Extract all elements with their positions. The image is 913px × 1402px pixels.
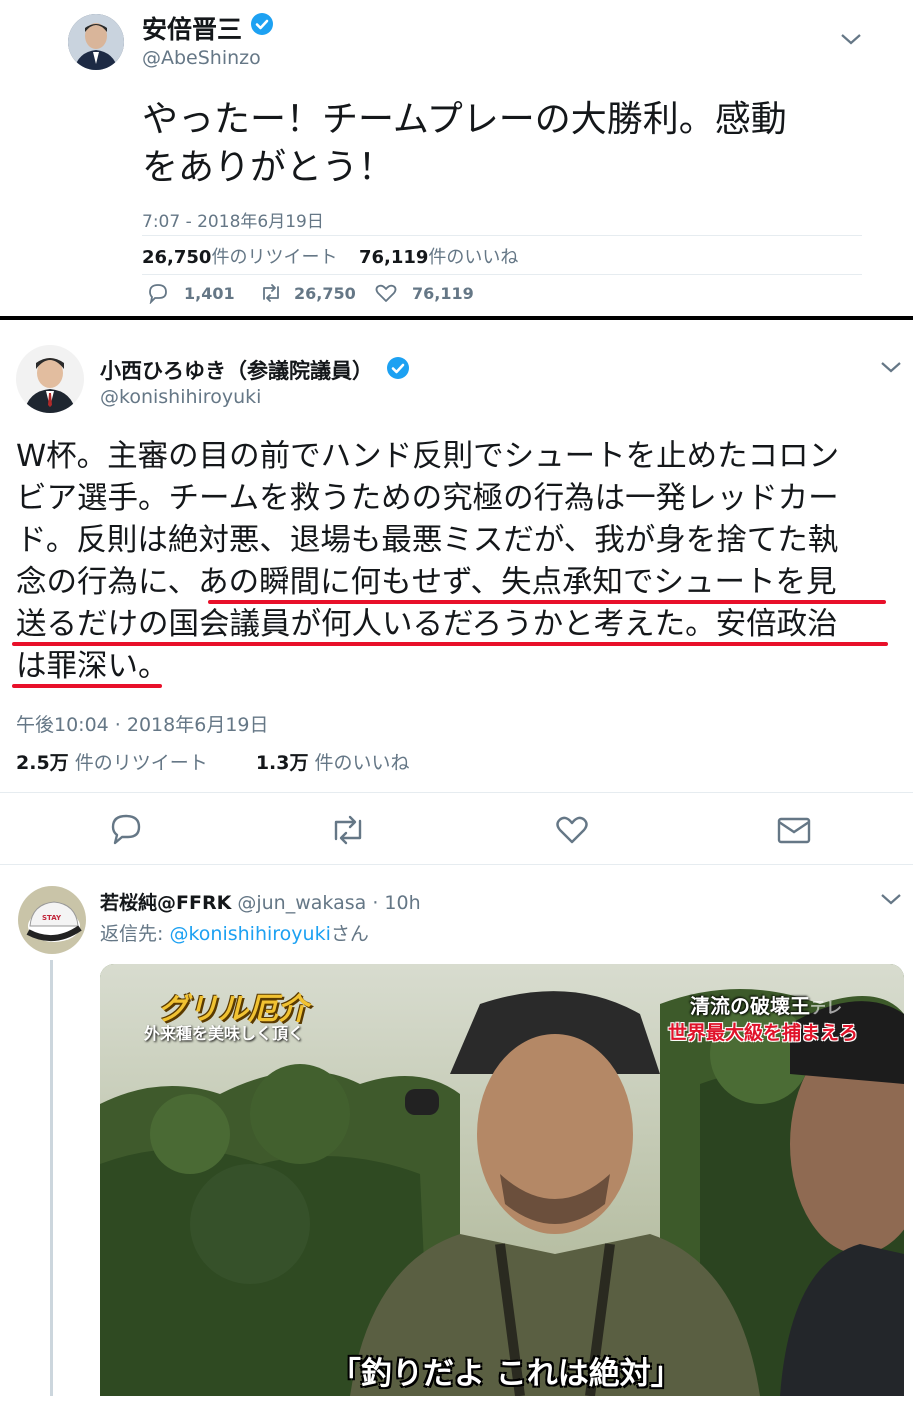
avatar[interactable]: STAY [18, 886, 86, 954]
tweet-text-line: ド。反則は絶対悪、退場も最悪ミスだが、我が身を捨てた執 [16, 523, 839, 558]
tweet-header: 若桜純@FFRK @jun_wakasa · 10h [100, 888, 421, 915]
heart-icon [375, 284, 397, 302]
reply-count: 1,401 [184, 283, 235, 303]
engagement-stats: 26,750件のリツイート 76,119件のいいね [142, 243, 518, 269]
show-logo-subtitle: 外来種を美味しく頂く [144, 1024, 305, 1043]
user-handle[interactable]: @AbeShinzo [142, 47, 261, 69]
chevron-down-icon[interactable] [838, 30, 864, 52]
timestamp[interactable]: 7:07 - 2018年6月19日 [142, 207, 324, 232]
mention-link[interactable]: @konishihiroyuki [169, 923, 330, 945]
heart-icon [556, 816, 588, 844]
divider [0, 864, 913, 865]
like-total[interactable]: 1.3万 [256, 752, 309, 774]
envelope-icon [777, 817, 811, 844]
reply-button[interactable] [108, 812, 144, 850]
verified-badge-icon [250, 12, 274, 40]
retweet-total-label[interactable]: 件のリツイート [75, 752, 208, 774]
reply-icon [111, 814, 141, 845]
display-name[interactable]: 安倍晋三 [142, 10, 242, 46]
top-right-caption: 清流の破壊王テレ [690, 990, 842, 1019]
reply-icon [149, 284, 167, 304]
retweet-total[interactable]: 26,750 [142, 247, 211, 268]
tweet-text-line: 念の行為に、あの瞬間に何もせず、失点承知でシュートを見 [16, 565, 837, 600]
tweet-text-line: やったー！チームプレーの大勝利。感動 [142, 99, 787, 140]
retweet-icon [334, 815, 362, 845]
tweet-text: やったー！チームプレーの大勝利。感動 をありがとう！ [142, 96, 787, 192]
like-total-label[interactable]: 件のいいね [428, 247, 518, 268]
video-subtitle: 「釣りだよ これは絶対」 [330, 1356, 682, 1392]
retweet-icon [263, 284, 279, 302]
tweet-text-line: は罪深い。 [16, 649, 169, 684]
divider [142, 235, 862, 236]
engagement-stats: 2.5万 件のリツイート 1.3万 件のいいね [16, 748, 410, 775]
tweet-text-line: ビア選手。チームを救うための究極の行為は一発レッドカー [16, 481, 839, 516]
reply-context: 返信先: @konishihiroyukiさん [100, 919, 369, 946]
top-right-caption-line2: 世界最大級を捕まえろ [668, 1022, 859, 1044]
tweet-text: W杯。主審の目の前でハンド反則でシュートを止めたコロン ビア選手。チームを救うた… [16, 436, 839, 688]
tweet-text-line: W杯。主審の目の前でハンド反則でシュートを止めたコロン [16, 439, 840, 474]
divider [142, 274, 862, 275]
retweet-count: 26,750 [294, 283, 356, 303]
like-count: 76,119 [412, 283, 474, 303]
highlight-underline [12, 684, 162, 688]
user-handle[interactable]: @jun_wakasa [237, 892, 366, 914]
channel-watermark: テレ [810, 998, 843, 1017]
user-handle[interactable]: @konishihiroyuki [100, 386, 261, 408]
reply-suffix: さん [330, 923, 369, 945]
like-total[interactable]: 76,119 [359, 247, 428, 268]
tweet-text-line: をありがとう！ [142, 147, 395, 188]
direct-message-button[interactable] [776, 814, 812, 850]
tweet-media-image[interactable]: グリル厄介 外来種を美味しく頂く 清流の破壊王テレ 世界最大級を捕まえろ 「釣り… [100, 964, 904, 1396]
retweet-total-label[interactable]: 件のリツイート [211, 247, 337, 268]
chevron-down-icon[interactable] [878, 358, 904, 380]
divider [0, 792, 913, 793]
retweet-button[interactable]: 26,750 [258, 280, 356, 306]
display-name[interactable]: 小西ひろゆき（参議院議員） [100, 355, 373, 385]
timestamp[interactable]: 午後10:04 · 2018年6月19日 [16, 710, 269, 737]
svg-text:STAY: STAY [42, 914, 62, 922]
reply-button[interactable]: 1,401 [146, 280, 235, 306]
relative-time[interactable]: · 10h [372, 892, 420, 914]
separator-bar [0, 316, 913, 320]
reply-prefix: 返信先: [100, 923, 170, 945]
display-name[interactable]: 若桜純@FFRK [100, 892, 231, 914]
tweet-text-line: 送るだけの国会議員が何人いるだろうかと考えた。安倍政治 [16, 607, 838, 642]
avatar[interactable] [16, 345, 84, 413]
thread-line [50, 960, 53, 1396]
retweet-button[interactable] [328, 814, 368, 850]
like-total-label[interactable]: 件のいいね [315, 752, 410, 774]
like-button[interactable]: 76,119 [374, 280, 474, 306]
highlight-underline [208, 600, 886, 604]
highlight-underline [12, 642, 888, 646]
verified-badge-icon [386, 356, 410, 384]
retweet-total[interactable]: 2.5万 [16, 752, 69, 774]
like-button[interactable] [554, 814, 590, 850]
chevron-down-icon[interactable] [878, 890, 904, 912]
caption-line1: 清流の破壊王 [690, 994, 810, 1018]
avatar[interactable] [68, 14, 124, 70]
